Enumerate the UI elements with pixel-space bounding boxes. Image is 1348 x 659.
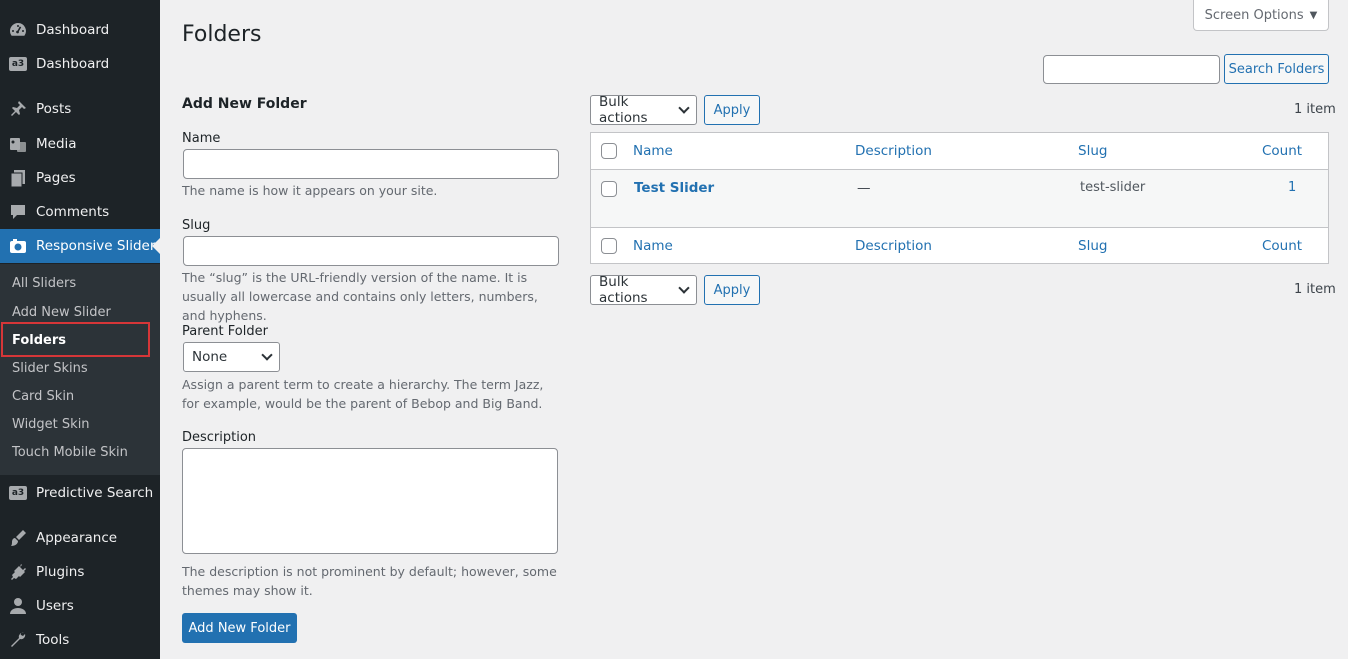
folders-highlight-box bbox=[1, 322, 150, 357]
search-input[interactable] bbox=[1043, 55, 1220, 84]
name-input[interactable] bbox=[183, 149, 559, 179]
apply-button-top[interactable]: Apply bbox=[704, 95, 760, 125]
menu-tools[interactable]: Tools bbox=[0, 623, 160, 657]
name-label: Name bbox=[182, 131, 221, 146]
plug-icon bbox=[8, 562, 28, 582]
admin-sidebar: Dashboard a3 Dashboard Posts Media Pages… bbox=[0, 0, 160, 659]
menu-label: Tools bbox=[36, 632, 70, 648]
column-count-header[interactable]: Count bbox=[1262, 143, 1302, 159]
menu-label: Plugins bbox=[36, 564, 85, 580]
comment-icon bbox=[8, 202, 28, 222]
table-header-row: Name Description Slug Count bbox=[591, 133, 1328, 170]
media-icon bbox=[8, 134, 28, 154]
apply-button-bottom[interactable]: Apply bbox=[704, 275, 760, 305]
wrench-icon bbox=[8, 630, 28, 650]
menu-label: Posts bbox=[36, 101, 72, 117]
menu-media[interactable]: Media bbox=[0, 127, 160, 161]
a3-badge-text: a3 bbox=[9, 57, 27, 71]
slug-label: Slug bbox=[182, 218, 211, 233]
menu-dashboard[interactable]: Dashboard bbox=[0, 13, 160, 47]
item-count-top: 1 item bbox=[1294, 102, 1336, 117]
submenu-widget-skin[interactable]: Widget Skin bbox=[12, 415, 90, 435]
chevron-down-icon bbox=[678, 102, 690, 114]
column-slug-footer[interactable]: Slug bbox=[1078, 238, 1107, 254]
menu-appearance[interactable]: Appearance bbox=[0, 521, 160, 555]
pin-icon bbox=[8, 99, 28, 119]
menu-predictive-search[interactable]: a3 Predictive Search bbox=[0, 476, 160, 510]
page-title: Folders bbox=[182, 22, 262, 47]
parent-help-text: Assign a parent term to create a hierarc… bbox=[182, 377, 544, 411]
triangle-down-icon: ▼ bbox=[1309, 9, 1318, 21]
select-all-checkbox[interactable] bbox=[601, 143, 617, 159]
a3-icon: a3 bbox=[8, 54, 28, 74]
menu-pages[interactable]: Pages bbox=[0, 161, 160, 195]
description-textarea[interactable] bbox=[182, 448, 558, 554]
menu-posts[interactable]: Posts bbox=[0, 92, 160, 126]
parent-folder-value: None bbox=[192, 349, 228, 365]
menu-label: Media bbox=[36, 136, 77, 152]
search-folders-button[interactable]: Search Folders bbox=[1224, 54, 1329, 84]
screen-options-button[interactable]: Screen Options ▼ bbox=[1193, 0, 1329, 31]
bulk-actions-select-top[interactable]: Bulk actions bbox=[590, 94, 697, 126]
row-description: — bbox=[857, 180, 871, 196]
parent-folder-select[interactable]: None bbox=[183, 342, 280, 372]
add-folder-heading: Add New Folder bbox=[182, 96, 307, 112]
name-help-text: The name is how it appears on your site. bbox=[182, 183, 438, 198]
a3-icon: a3 bbox=[8, 483, 28, 503]
table-row: Test Slider — test-slider 1 bbox=[591, 170, 1328, 227]
camera-icon bbox=[8, 236, 28, 256]
screen-options-label: Screen Options bbox=[1204, 7, 1304, 23]
dashboard-icon bbox=[8, 20, 28, 40]
submenu-card-skin[interactable]: Card Skin bbox=[12, 387, 74, 407]
menu-responsive-slider[interactable]: Responsive Slider bbox=[0, 229, 160, 263]
column-name-footer[interactable]: Name bbox=[633, 238, 673, 254]
menu-comments[interactable]: Comments bbox=[0, 195, 160, 229]
brush-icon bbox=[8, 528, 28, 548]
item-count-bottom: 1 item bbox=[1294, 282, 1336, 297]
menu-label: Comments bbox=[36, 204, 110, 220]
slug-input[interactable] bbox=[183, 236, 559, 266]
menu-users[interactable]: Users bbox=[0, 589, 160, 623]
a3-badge-text: a3 bbox=[9, 486, 27, 500]
add-new-folder-button[interactable]: Add New Folder bbox=[182, 613, 297, 643]
column-name-header[interactable]: Name bbox=[633, 143, 673, 159]
menu-label: Responsive Slider bbox=[36, 238, 156, 254]
select-all-checkbox-footer[interactable] bbox=[601, 238, 617, 254]
bulk-actions-select-bottom[interactable]: Bulk actions bbox=[590, 274, 697, 306]
chevron-down-icon bbox=[678, 282, 690, 294]
column-slug-header[interactable]: Slug bbox=[1078, 143, 1107, 159]
folders-table: Name Description Slug Count Test Slider … bbox=[590, 132, 1329, 264]
menu-label: Dashboard bbox=[36, 22, 110, 38]
column-count-footer[interactable]: Count bbox=[1262, 238, 1302, 254]
description-help-text: The description is not prominent by defa… bbox=[182, 564, 557, 598]
bulk-actions-label: Bulk actions bbox=[599, 274, 648, 306]
user-icon bbox=[8, 596, 28, 616]
submenu-slider-skins[interactable]: Slider Skins bbox=[12, 359, 88, 379]
table-footer-row: Name Description Slug Count bbox=[591, 227, 1328, 264]
row-count-link[interactable]: 1 bbox=[1288, 180, 1296, 195]
parent-folder-label: Parent Folder bbox=[182, 324, 268, 339]
menu-a3-dashboard[interactable]: a3 Dashboard bbox=[0, 47, 160, 81]
menu-label: Users bbox=[36, 598, 74, 614]
chevron-down-icon bbox=[261, 349, 273, 361]
column-description-footer[interactable]: Description bbox=[855, 238, 932, 254]
menu-label: Predictive Search bbox=[36, 485, 154, 501]
slug-help-text: The “slug” is the URL-friendly version o… bbox=[182, 270, 538, 323]
pages-icon bbox=[8, 168, 28, 188]
row-checkbox[interactable] bbox=[601, 181, 617, 197]
submenu-add-new-slider[interactable]: Add New Slider bbox=[12, 303, 111, 323]
menu-label: Dashboard bbox=[36, 56, 110, 72]
menu-label: Pages bbox=[36, 170, 76, 186]
submenu-all-sliders[interactable]: All Sliders bbox=[12, 274, 76, 294]
description-label: Description bbox=[182, 430, 257, 445]
menu-label: Appearance bbox=[36, 530, 118, 546]
submenu-touch-mobile-skin[interactable]: Touch Mobile Skin bbox=[12, 443, 128, 463]
row-name-link[interactable]: Test Slider bbox=[634, 180, 714, 196]
bulk-actions-label: Bulk actions bbox=[599, 94, 648, 126]
row-slug: test-slider bbox=[1080, 180, 1146, 195]
column-description-header[interactable]: Description bbox=[855, 143, 932, 159]
menu-plugins[interactable]: Plugins bbox=[0, 555, 160, 589]
